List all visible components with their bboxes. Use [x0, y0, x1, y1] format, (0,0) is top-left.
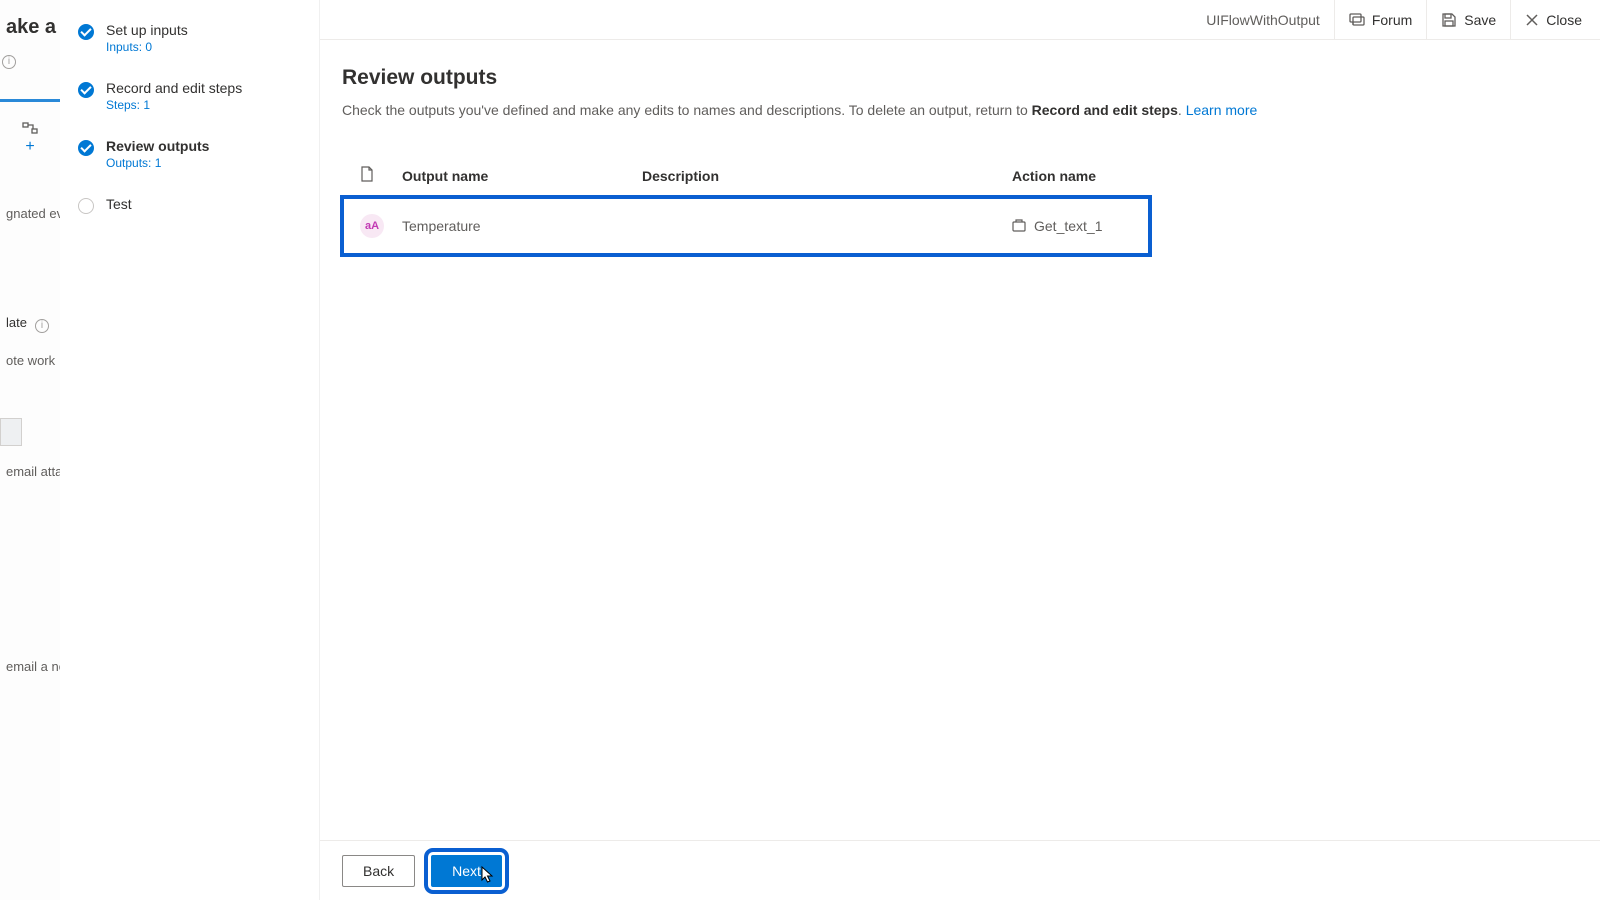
bg-title: ake a flo [0, 0, 60, 47]
output-type-icon: aA [360, 214, 384, 238]
info-icon: i [2, 55, 16, 69]
page-description: Check the outputs you've defined and mak… [342, 102, 1578, 118]
back-button[interactable]: Back [342, 855, 415, 887]
step-sublabel: Outputs: 1 [106, 156, 209, 170]
step-sublabel: Steps: 1 [106, 98, 242, 112]
bg-text: email attac [0, 454, 60, 489]
col-output-name: Output name [402, 168, 642, 184]
info-icon: i [35, 319, 49, 333]
save-button[interactable]: Save [1426, 0, 1510, 39]
save-icon [1441, 12, 1457, 28]
col-description: Description [642, 168, 1012, 184]
wizard-step-review-outputs[interactable]: Review outputs Outputs: 1 [78, 138, 301, 170]
output-action-cell: Get_text_1 [1012, 218, 1150, 234]
plus-icon: + [25, 138, 34, 156]
next-button[interactable]: Next [431, 855, 502, 887]
wizard-footer: Back Next [320, 840, 1600, 900]
bg-card [0, 418, 22, 446]
wizard-step-test[interactable]: Test [78, 196, 301, 214]
close-button[interactable]: Close [1510, 0, 1596, 39]
step-bullet-icon [78, 140, 94, 156]
bg-text: gnated even [0, 196, 60, 231]
forum-button[interactable]: Forum [1334, 0, 1426, 39]
output-name-cell: Temperature [402, 218, 642, 234]
file-icon [360, 166, 374, 182]
wizard-step-set-up-inputs[interactable]: Set up inputs Inputs: 0 [78, 22, 301, 54]
step-label: Test [106, 196, 132, 212]
bg-template-label: late i [0, 301, 60, 343]
wizard-step-record-and-edit-steps[interactable]: Record and edit steps Steps: 1 [78, 80, 301, 112]
flow-glyph: + [0, 122, 60, 156]
underlying-page-fragment: ake a flo i + gnated even late i ote wor… [0, 0, 60, 900]
forum-icon [1349, 12, 1365, 28]
table-header: Output name Description Action name [342, 166, 1578, 197]
main-content: Review outputs Check the outputs you've … [320, 40, 1600, 840]
header-bar: UIFlowWithOutput Forum Save Close [320, 0, 1600, 40]
col-action-name: Action name [1012, 168, 1578, 184]
output-row[interactable]: aA Temperature Get_text_1 [342, 197, 1150, 255]
bg-blue-bar [0, 99, 60, 102]
step-sublabel: Inputs: 0 [106, 40, 188, 54]
close-icon [1525, 13, 1539, 27]
wizard-steps-panel: Set up inputs Inputs: 0 Record and edit st… [60, 0, 320, 900]
step-label: Record and edit steps [106, 80, 242, 96]
step-label: Review outputs [106, 138, 209, 154]
step-bullet-icon [78, 82, 94, 98]
bg-text: email a no [0, 649, 60, 684]
step-label: Set up inputs [106, 22, 188, 38]
learn-more-link[interactable]: Learn more [1186, 102, 1258, 118]
action-icon [1012, 219, 1026, 233]
cursor-icon [481, 866, 495, 884]
flow-name: UIFlowWithOutput [1192, 12, 1334, 28]
bg-text: ote work [0, 343, 60, 378]
outputs-table: Output name Description Action name aA Te… [342, 166, 1578, 255]
col-type-icon [342, 166, 402, 185]
page-title: Review outputs [342, 66, 1578, 90]
step-bullet-icon [78, 24, 94, 40]
step-bullet-icon [78, 198, 94, 214]
